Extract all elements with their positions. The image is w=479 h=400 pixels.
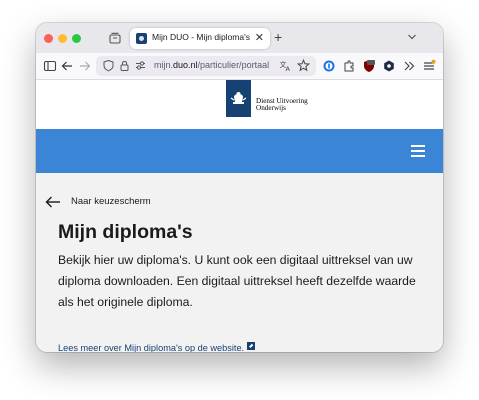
bookmark-star-icon[interactable] (297, 59, 310, 72)
logo-text: Dienst Uitvoering Onderwijs (256, 97, 308, 113)
extensions-puzzle-icon[interactable] (342, 59, 356, 73)
site-permissions-icon[interactable] (134, 59, 147, 72)
url-prefix: mijn. (154, 60, 174, 70)
url-domain: duo.nl (173, 60, 198, 70)
tab-title: Mijn DUO - Mijn diploma's (152, 32, 250, 42)
back-link-label: Naar keuzescherm (71, 196, 151, 207)
browser-window: Mijn DUO - Mijn diploma's ✕ + mijn.duo.n… (36, 23, 443, 352)
intro-paragraph: Bekijk hier uw diploma's. U kunt ook een… (58, 253, 416, 309)
sidebar-icon[interactable] (43, 59, 57, 73)
tab-overview-icon[interactable] (109, 32, 121, 44)
site-navigation-bar (36, 129, 443, 173)
tab-strip: Mijn DUO - Mijn diploma's ✕ + (36, 23, 443, 53)
address-bar[interactable]: mijn.duo.nl/particulier/portaal 文 A (96, 56, 316, 76)
minimize-window-button[interactable] (58, 34, 67, 43)
overflow-chevrons-icon[interactable] (402, 59, 416, 73)
forward-icon[interactable] (78, 59, 92, 73)
page-content: Dienst Uitvoering Onderwijs Naar keuzesc… (36, 80, 443, 352)
page-title: Mijn diploma's (58, 221, 193, 243)
read-more-label: Lees meer over Mijn diploma's op de webs… (58, 343, 245, 352)
new-tab-button[interactable]: + (274, 29, 282, 45)
lock-icon[interactable] (118, 59, 131, 72)
translate-icon[interactable]: 文 A (279, 59, 292, 72)
hamburger-menu-icon[interactable] (411, 145, 425, 158)
url-text[interactable]: mijn.duo.nl/particulier/portaal (154, 60, 274, 70)
duo-favicon-icon (136, 33, 147, 44)
chevron-down-icon[interactable] (407, 32, 417, 42)
onepassword-extension-icon[interactable] (322, 59, 336, 73)
svg-text:A: A (286, 65, 291, 72)
external-link-icon (247, 342, 256, 350)
read-more-link[interactable]: Lees meer over Mijn diploma's op de webs… (58, 342, 256, 352)
site-header: Dienst Uitvoering Onderwijs (36, 80, 443, 129)
rijksoverheid-logo-icon[interactable] (226, 80, 251, 117)
close-window-button[interactable] (44, 34, 53, 43)
shield-icon[interactable] (102, 59, 115, 72)
logo-line-2: Onderwijs (256, 104, 286, 113)
arrow-left-icon (45, 196, 60, 208)
navigation-toolbar: mijn.duo.nl/particulier/portaal 文 A (36, 53, 443, 80)
menu-icon[interactable] (422, 59, 436, 73)
close-tab-icon[interactable]: ✕ (255, 31, 264, 45)
back-icon[interactable] (60, 59, 74, 73)
maximize-window-button[interactable] (72, 34, 81, 43)
ublock-extension-icon[interactable] (362, 59, 376, 73)
active-tab[interactable]: Mijn DUO - Mijn diploma's ✕ (130, 28, 270, 49)
hexagon-extension-icon[interactable] (382, 59, 396, 73)
url-path: /particulier/portaal (197, 60, 270, 70)
